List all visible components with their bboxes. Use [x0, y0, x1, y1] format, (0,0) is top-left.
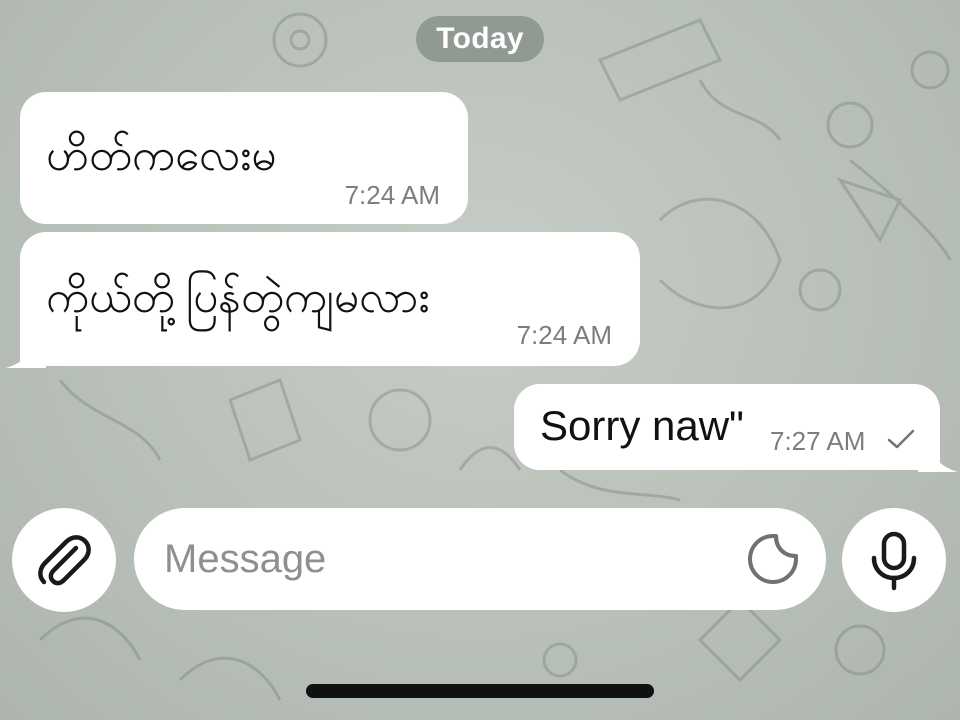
- voice-record-button[interactable]: [842, 508, 946, 612]
- bubble-tail: [6, 336, 46, 368]
- message-composer: [134, 508, 826, 610]
- message-text: ကိုယ်တို့ပြန်တွဲကျမလား: [46, 272, 430, 323]
- message-timestamp: 7:27 AM: [770, 426, 866, 456]
- bubble-tail: [918, 440, 958, 472]
- message-timestamp: 7:24 AM: [516, 320, 612, 350]
- sticker-icon[interactable]: [746, 532, 800, 586]
- message-text: ဟိတ်ကလေးမ: [46, 130, 277, 181]
- paperclip-icon: [38, 535, 91, 586]
- home-indicator[interactable]: [306, 684, 654, 698]
- message-timestamp: 7:24 AM: [344, 180, 440, 210]
- attach-button[interactable]: [12, 508, 116, 612]
- outgoing-message-bubble[interactable]: Sorry naw" 7:27 AM: [514, 384, 940, 470]
- date-separator: Today: [416, 16, 544, 62]
- message-input[interactable]: [164, 528, 724, 590]
- message-text: Sorry naw": [540, 402, 744, 449]
- microphone-icon: [871, 531, 917, 591]
- incoming-message-bubble[interactable]: ကိုယ်တို့ပြန်တွဲကျမလား 7:24 AM: [20, 232, 640, 366]
- incoming-message-bubble[interactable]: ဟိတ်ကလေးမ 7:24 AM: [20, 92, 468, 224]
- sent-check-icon: [887, 429, 915, 449]
